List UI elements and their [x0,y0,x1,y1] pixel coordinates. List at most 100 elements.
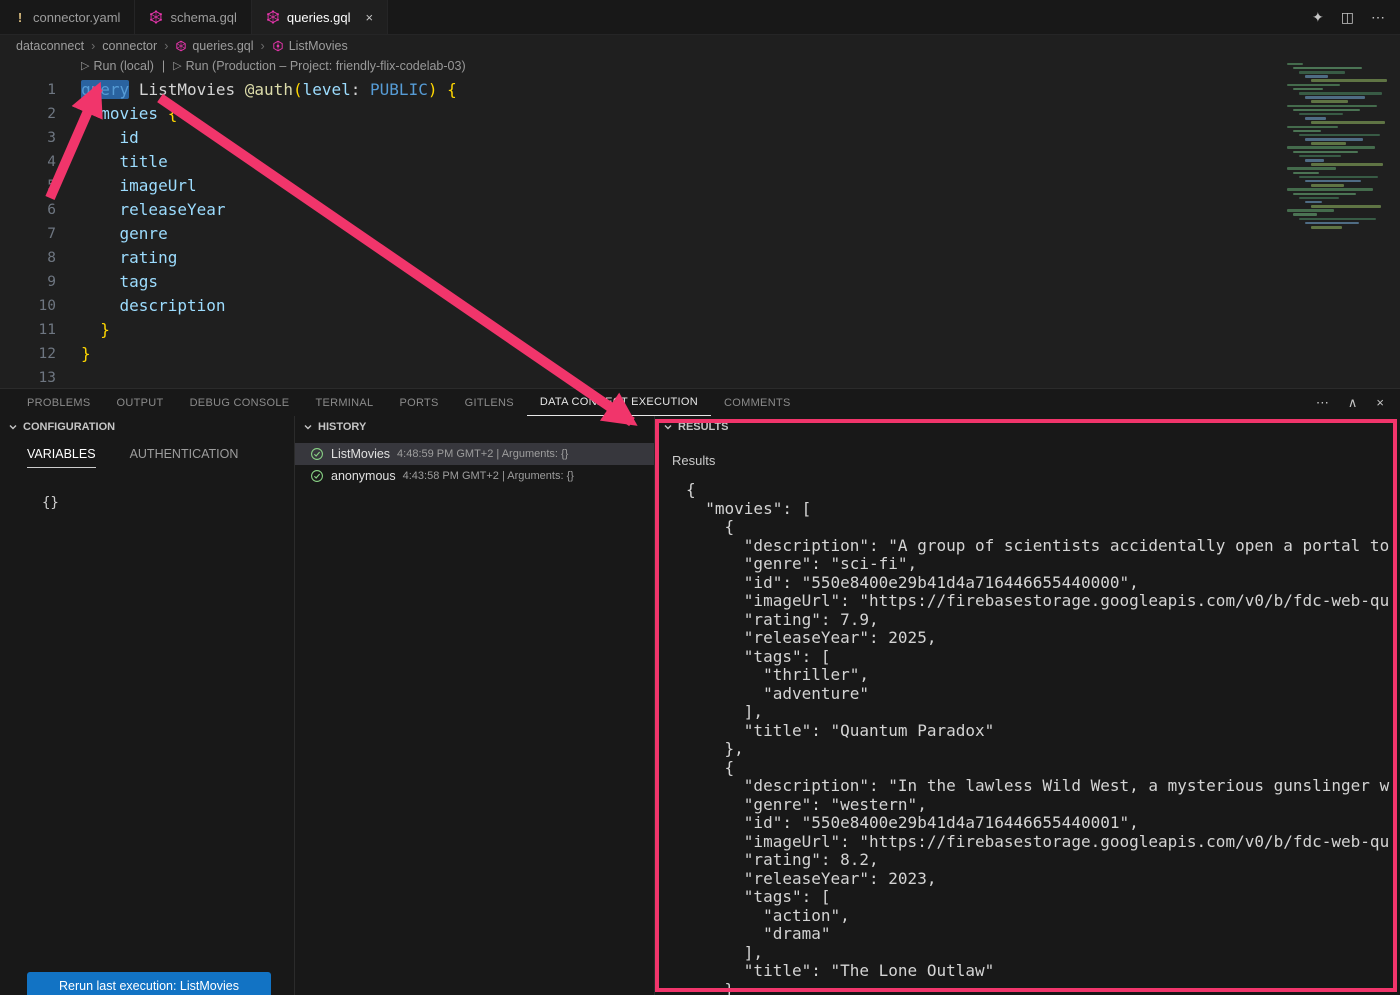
breadcrumb: dataconnect › connector › queries.gql › … [0,35,1400,57]
code-line[interactable]: 7 genre [0,222,1280,246]
history-item-name: anonymous [331,469,396,483]
check-circle-icon [310,447,324,461]
history-header[interactable]: HISTORY [295,416,654,438]
panel-tab-comments[interactable]: COMMENTS [711,389,804,416]
history-section: HISTORY ListMovies 4:48:59 PM GMT+2 | Ar… [295,416,655,995]
chevron-down-icon[interactable] [663,422,673,432]
code-line[interactable]: 8 rating [0,246,1280,270]
bottom-panel: PROBLEMSOUTPUTDEBUG CONSOLETERMINALPORTS… [0,388,1400,995]
configuration-header[interactable]: CONFIGURATION [0,416,294,438]
chevron-down-icon[interactable] [303,422,313,432]
graphql-icon [175,40,187,52]
variables-value[interactable]: {} [42,495,294,511]
line-number: 8 [0,246,56,270]
panel-more-icon[interactable]: ⋯ [1316,395,1329,411]
line-number: 2 [0,102,56,126]
editor-actions: ✦ ◫ ⋯ [1312,0,1400,34]
breadcrumb-item-listmovies[interactable]: ListMovies [272,39,348,53]
configuration-tabs: VARIABLES AUTHENTICATION [0,447,294,468]
code-line[interactable]: 9 tags [0,270,1280,294]
chevron-separator-icon: › [164,39,168,53]
run-local-label: Run (local) [93,59,153,73]
panel-tab-problems[interactable]: PROBLEMS [14,389,104,416]
tab-label: schema.gql [170,10,236,25]
breadcrumb-label: ListMovies [289,39,348,53]
results-header[interactable]: RESULTS [655,416,1400,438]
panel-tab-debug-console[interactable]: DEBUG CONSOLE [177,389,303,416]
code-line[interactable]: 5 imageUrl [0,174,1280,198]
tab-schema-gql[interactable]: schema.gql [135,0,251,34]
breadcrumb-label: queries.gql [192,39,253,53]
history-item-meta: 4:43:58 PM GMT+2 | Arguments: {} [403,470,574,482]
panel-close-icon[interactable]: × [1376,395,1384,410]
results-title: RESULTS [678,421,729,433]
vscode-window: ! connector.yaml schema.gql queries.gql … [0,0,1400,995]
line-number: 11 [0,318,56,342]
code-line[interactable]: 6 releaseYear [0,198,1280,222]
tab-queries-gql[interactable]: queries.gql × [252,0,388,34]
check-circle-icon [310,469,324,483]
panel-actions: ⋯ ∧ × [1316,389,1400,416]
panel-maximize-icon[interactable]: ∧ [1348,395,1358,411]
panel-tab-data-connect-execution[interactable]: DATA CONNECT EXECUTION [527,389,711,416]
editor-tab-bar: ! connector.yaml schema.gql queries.gql … [0,0,1400,35]
line-number: 5 [0,174,56,198]
tab-label: queries.gql [287,10,351,25]
yaml-file-icon: ! [14,10,26,25]
line-number: 4 [0,150,56,174]
line-number: 1 [0,78,56,102]
code-line[interactable]: 1query ListMovies @auth(level: PUBLIC) { [0,78,1280,102]
code-lines: 1query ListMovies @auth(level: PUBLIC) {… [0,78,1280,388]
tab-label: connector.yaml [33,10,120,25]
line-number: 3 [0,126,56,150]
line-number: 12 [0,342,56,366]
codelens: ▷ Run (local) | ▷ Run (Production – Proj… [81,59,466,73]
panel-tab-output[interactable]: OUTPUT [104,389,177,416]
chevron-separator-icon: › [91,39,95,53]
breadcrumb-item-queries-gql[interactable]: queries.gql [175,39,253,53]
history-title: HISTORY [318,421,366,433]
code-line[interactable]: 12} [0,342,1280,366]
rerun-last-execution-button[interactable]: Rerun last execution: ListMovies [27,972,271,995]
panel-tab-terminal[interactable]: TERMINAL [302,389,386,416]
code-line[interactable]: 10 description [0,294,1280,318]
history-item-meta: 4:48:59 PM GMT+2 | Arguments: {} [397,448,568,460]
tab-connector-yaml[interactable]: ! connector.yaml [0,0,135,34]
results-section: RESULTS Results { "movies": [ { "descrip… [655,416,1400,995]
panel-tab-list: PROBLEMSOUTPUTDEBUG CONSOLETERMINALPORTS… [14,389,804,416]
chevron-down-icon[interactable] [8,422,18,432]
history-item-anonymous[interactable]: anonymous 4:43:58 PM GMT+2 | Arguments: … [295,465,654,487]
code-line[interactable]: 3 id [0,126,1280,150]
line-number: 7 [0,222,56,246]
play-icon: ▷ [81,61,89,72]
code-editor[interactable]: ▷ Run (local) | ▷ Run (Production – Proj… [0,57,1400,388]
run-production-link[interactable]: ▷ Run (Production – Project: friendly-fl… [173,59,465,73]
code-line[interactable]: 2 movies { [0,102,1280,126]
code-line[interactable]: 11 } [0,318,1280,342]
line-number: 9 [0,270,56,294]
panel-tab-gitlens[interactable]: GITLENS [452,389,527,416]
run-local-link[interactable]: ▷ Run (local) [81,59,154,73]
configuration-title: CONFIGURATION [23,421,115,433]
minimap[interactable] [1283,61,1400,229]
breadcrumb-item-connector[interactable]: connector [102,39,157,53]
line-number: 6 [0,198,56,222]
code-line[interactable]: 4 title [0,150,1280,174]
close-tab-icon[interactable]: × [366,10,374,25]
code-line[interactable]: 13 [0,366,1280,388]
history-item-listmovies[interactable]: ListMovies 4:48:59 PM GMT+2 | Arguments:… [295,443,654,465]
split-editor-icon[interactable]: ◫ [1341,9,1354,26]
graphql-icon [149,10,163,24]
chevron-separator-icon: › [261,39,265,53]
more-actions-icon[interactable]: ⋯ [1371,9,1385,26]
panel-tab-bar: PROBLEMSOUTPUTDEBUG CONSOLETERMINALPORTS… [0,389,1400,416]
panel-body: CONFIGURATION VARIABLES AUTHENTICATION {… [0,416,1400,995]
panel-tab-ports[interactable]: PORTS [386,389,451,416]
results-json: { "movies": [ { "description": "A group … [655,481,1400,995]
breadcrumb-item-dataconnect[interactable]: dataconnect [16,39,84,53]
graphql-icon [266,10,280,24]
play-icon: ▷ [173,61,181,72]
copilot-sparkle-icon[interactable]: ✦ [1312,9,1324,26]
tab-authentication[interactable]: AUTHENTICATION [130,447,239,468]
tab-variables[interactable]: VARIABLES [27,447,96,468]
